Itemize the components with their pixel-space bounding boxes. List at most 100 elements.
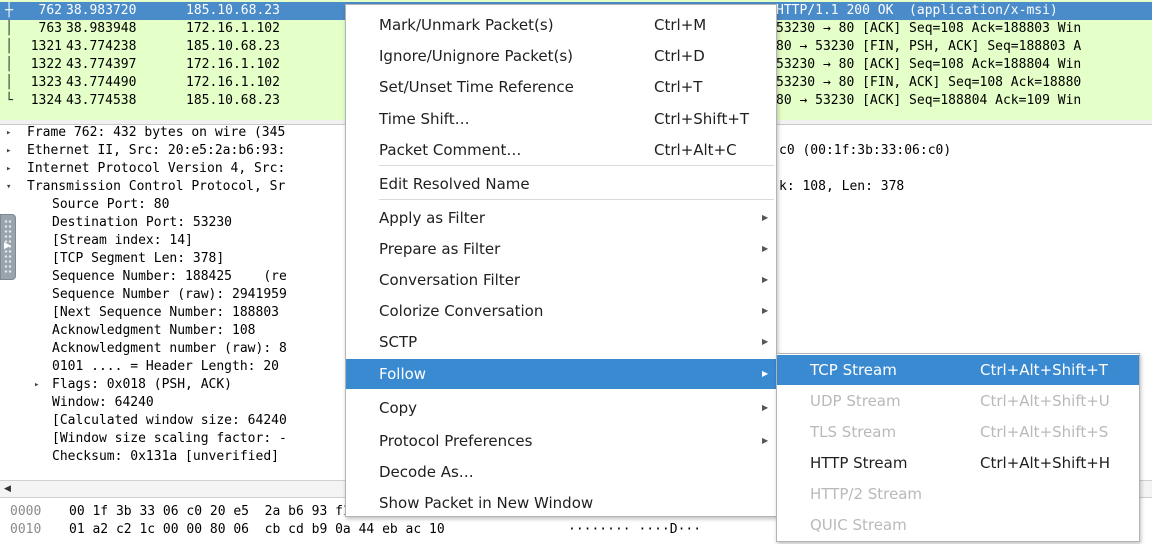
menu-item-packet-comment[interactable]: Packet Comment… Ctrl+Alt+C	[346, 135, 776, 165]
menu-item-label: Protocol Preferences	[379, 432, 533, 450]
menu-item-label: TLS Stream	[810, 423, 897, 441]
tree-label: Checksum: 0x131a [unverified]	[52, 449, 279, 464]
menu-separator	[379, 199, 774, 200]
submenu-item-http-2-stream[interactable]: HTTP/2 Stream	[777, 479, 1139, 509]
packet-time: 38.983720	[66, 3, 137, 18]
menu-item-label: Conversation Filter	[379, 271, 521, 289]
tree-label: Sequence Number (raw): 2941959	[52, 287, 287, 302]
tree-label-continued: k: 108, Len: 378	[779, 179, 905, 194]
tree-label: Internet Protocol Version 4, Src:	[27, 161, 286, 176]
chevron-right-icon: ▶	[762, 244, 769, 253]
tree-label: [TCP Segment Len: 378]	[52, 251, 225, 266]
packet-source: 185.10.68.23	[186, 93, 280, 108]
tree-label: Window: 64240	[52, 395, 154, 410]
scroll-left-icon[interactable]: ◀	[4, 481, 11, 497]
packet-time: 43.774538	[66, 93, 137, 108]
follow-submenu: TCP Stream Ctrl+Alt+Shift+T UDP Stream Ctrl…	[776, 353, 1140, 542]
menu-item-mark-unmark-packet-s[interactable]: Mark/Unmark Packet(s) Ctrl+M	[346, 10, 776, 40]
sidebar-handle[interactable]: ▶	[0, 214, 16, 280]
triangle-right-icon[interactable]: ▸	[6, 126, 16, 142]
menu-item-label: UDP Stream	[810, 392, 901, 410]
tree-label: Sequence Number: 188425 (re	[52, 269, 287, 284]
menu-item-show-packet-in-new-window[interactable]: Show Packet in New Window	[346, 488, 776, 518]
tree-label: 0101 .... = Header Length: 20	[52, 359, 279, 374]
tree-label: [Next Sequence Number: 188803	[52, 305, 279, 320]
menu-item-label: Mark/Unmark Packet(s)	[379, 16, 554, 34]
menu-item-label: HTTP Stream	[810, 454, 908, 472]
expand-arrow-icon: ▶	[4, 241, 11, 251]
menu-item-ignore-unignore-packet-s[interactable]: Ignore/Unignore Packet(s) Ctrl+D	[346, 41, 776, 71]
menu-item-label: Edit Resolved Name	[379, 175, 530, 193]
menu-item-colorize-conversation[interactable]: Colorize Conversation ▶	[346, 296, 776, 326]
submenu-item-quic-stream[interactable]: QUIC Stream	[777, 510, 1139, 540]
chevron-right-icon: ▶	[762, 213, 769, 222]
chevron-right-icon: ▶	[762, 306, 769, 315]
triangle-right-icon[interactable]: ▸	[6, 142, 16, 160]
menu-item-time-shift[interactable]: Time Shift… Ctrl+Shift+T	[346, 104, 776, 134]
packet-source: 172.16.1.102	[186, 21, 280, 36]
menu-item-follow[interactable]: Follow ▶	[346, 359, 776, 389]
menu-item-shortcut: Ctrl+Alt+Shift+S	[980, 423, 1109, 441]
tree-label: [Window size scaling factor: -	[52, 431, 287, 446]
triangle-down-icon[interactable]: ▾	[6, 178, 16, 196]
hex-bytes: 01 a2 c2 1c 00 00 80 06 cb cd b9 0a 44 e…	[69, 522, 445, 537]
tree-label: Ethernet II, Src: 20:e5:2a:b6:93:	[27, 143, 286, 158]
hex-ascii: ········ ····D···	[568, 522, 702, 537]
menu-item-protocol-preferences[interactable]: Protocol Preferences ▶	[346, 426, 776, 456]
packet-source: 185.10.68.23	[186, 3, 280, 18]
related-packet-marker: │	[5, 21, 13, 36]
menu-item-set-unset-time-reference[interactable]: Set/Unset Time Reference Ctrl+T	[346, 72, 776, 102]
packet-time: 43.774490	[66, 75, 137, 90]
menu-item-label: Prepare as Filter	[379, 240, 501, 258]
menu-item-copy[interactable]: Copy ▶	[346, 393, 776, 423]
menu-item-shortcut: Ctrl+Alt+Shift+T	[980, 361, 1108, 379]
packet-number: 1321	[30, 39, 62, 54]
packet-number: 762	[38, 3, 62, 18]
chevron-right-icon: ▶	[762, 337, 769, 346]
menu-item-label: Time Shift…	[379, 110, 470, 128]
menu-item-apply-as-filter[interactable]: Apply as Filter ▶	[346, 203, 776, 233]
packet-time: 43.774238	[66, 39, 137, 54]
menu-item-label: Apply as Filter	[379, 209, 486, 227]
chevron-right-icon: ▶	[762, 369, 769, 378]
menu-item-label: Show Packet in New Window	[379, 494, 594, 512]
packet-info: 80 → 53230 [FIN, PSH, ACK] Seq=188803 A	[776, 39, 1082, 54]
chevron-right-icon: ▶	[762, 275, 769, 284]
submenu-item-http-stream[interactable]: HTTP Stream Ctrl+Alt+Shift+H	[777, 448, 1139, 478]
menu-item-label: Decode As…	[379, 463, 474, 481]
menu-item-edit-resolved-name[interactable]: Edit Resolved Name	[346, 169, 776, 199]
hex-offset: 0010	[10, 522, 42, 537]
hex-offset: 0000	[10, 504, 42, 519]
menu-item-label: QUIC Stream	[810, 516, 907, 534]
packet-info: 53230 → 80 [ACK] Seq=108 Ack=188804 Win	[776, 57, 1082, 72]
menu-item-shortcut: Ctrl+Shift+T	[654, 110, 750, 128]
menu-item-shortcut: Ctrl+D	[654, 47, 705, 65]
tree-label: Transmission Control Protocol, Sr	[27, 179, 286, 194]
menu-separator	[379, 165, 774, 166]
tree-label: Acknowledgment Number: 108	[52, 323, 256, 338]
submenu-item-udp-stream[interactable]: UDP Stream Ctrl+Alt+Shift+U	[777, 386, 1139, 416]
menu-item-label: TCP Stream	[810, 361, 897, 379]
packet-info: HTTP/1.1 200 OK (application/x-msi)	[776, 3, 1058, 18]
menu-item-label: Copy	[379, 399, 418, 417]
triangle-right-icon[interactable]: ▸	[34, 376, 44, 394]
packet-time: 38.983948	[66, 21, 137, 36]
related-packet-marker: │	[5, 39, 13, 54]
menu-item-prepare-as-filter[interactable]: Prepare as Filter ▶	[346, 234, 776, 264]
packet-number: 763	[38, 21, 62, 36]
tree-label: Source Port: 80	[52, 197, 170, 212]
packet-time: 43.774397	[66, 57, 137, 72]
submenu-item-tls-stream[interactable]: TLS Stream Ctrl+Alt+Shift+S	[777, 417, 1139, 447]
chevron-right-icon: ▶	[762, 403, 769, 412]
related-packet-marker: ┼	[5, 3, 13, 18]
packet-source: 185.10.68.23	[186, 39, 280, 54]
packet-info: 53230 → 80 [ACK] Seq=108 Ack=188803 Win	[776, 21, 1082, 36]
packet-context-menu: Mark/Unmark Packet(s) Ctrl+M Ignore/Unigno…	[345, 4, 777, 517]
menu-item-conversation-filter[interactable]: Conversation Filter ▶	[346, 265, 776, 295]
triangle-right-icon[interactable]: ▸	[6, 160, 16, 178]
related-packet-marker: │	[5, 75, 13, 90]
menu-item-sctp[interactable]: SCTP ▶	[346, 327, 776, 357]
submenu-item-tcp-stream[interactable]: TCP Stream Ctrl+Alt+Shift+T	[777, 355, 1139, 385]
menu-item-decode-as[interactable]: Decode As…	[346, 457, 776, 487]
menu-item-shortcut: Ctrl+T	[654, 78, 703, 96]
